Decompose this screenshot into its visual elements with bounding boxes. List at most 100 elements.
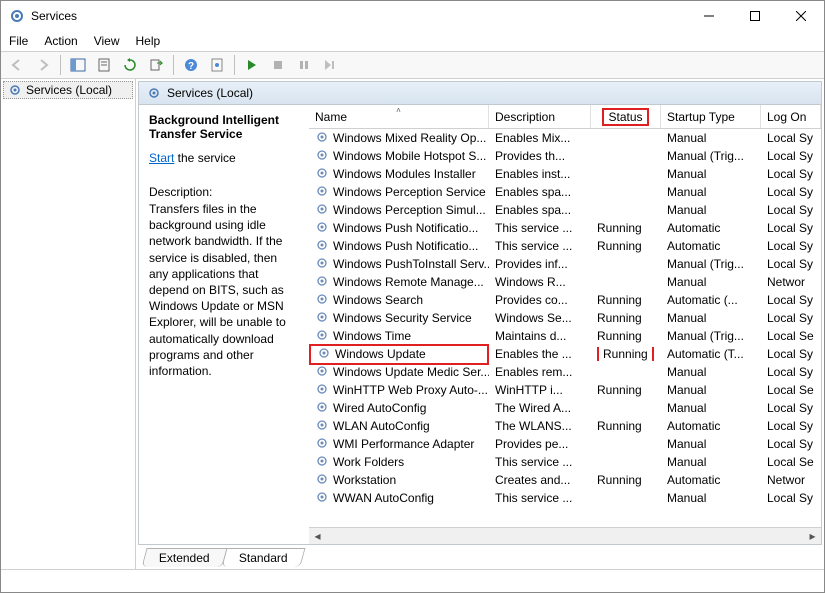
service-description: Enables inst... <box>489 167 591 181</box>
menu-file[interactable]: File <box>9 34 28 48</box>
service-row[interactable]: Windows TimeMaintains d...RunningManual … <box>309 327 821 345</box>
service-row[interactable]: Windows SearchProvides co...RunningAutom… <box>309 291 821 309</box>
gear-icon <box>315 184 329 201</box>
service-list-pane: Name˄ Description Status Startup Type Lo… <box>309 105 821 544</box>
service-description: The WLANS... <box>489 419 591 433</box>
service-row[interactable]: Work FoldersThis service ...ManualLocal … <box>309 453 821 471</box>
stop-service-button[interactable] <box>266 53 290 77</box>
service-description: This service ... <box>489 239 591 253</box>
service-description: Enables spa... <box>489 203 591 217</box>
service-name: WLAN AutoConfig <box>333 419 430 433</box>
column-header-startup[interactable]: Startup Type <box>661 105 761 128</box>
service-name: Work Folders <box>333 455 404 469</box>
service-row[interactable]: Windows Modules InstallerEnables inst...… <box>309 165 821 183</box>
properties-icon <box>97 58 111 72</box>
toolbar: ? <box>1 51 824 79</box>
properties-button[interactable] <box>92 53 116 77</box>
tree-item-services-local[interactable]: Services (Local) <box>3 81 133 99</box>
service-row[interactable]: Windows PushToInstall Serv...Provides in… <box>309 255 821 273</box>
start-link[interactable]: Start <box>149 151 174 165</box>
stop-icon <box>272 59 284 71</box>
scroll-left-icon[interactable]: ◂ <box>309 528 326 545</box>
service-startup: Automatic <box>661 221 761 235</box>
service-logon: Local Sy <box>761 311 821 325</box>
service-name: Windows Mixed Reality Op... <box>333 131 486 145</box>
service-row[interactable]: Windows Mobile Hotspot S...Provides th..… <box>309 147 821 165</box>
svg-text:?: ? <box>188 61 194 72</box>
service-name: Wired AutoConfig <box>333 401 426 415</box>
service-row[interactable]: WorkstationCreates and...RunningAutomati… <box>309 471 821 489</box>
service-row[interactable]: Windows UpdateEnables the ...RunningAuto… <box>309 345 821 363</box>
service-row[interactable]: WWAN AutoConfigThis service ...ManualLoc… <box>309 489 821 507</box>
column-header-logon[interactable]: Log On <box>761 105 821 128</box>
service-startup: Manual <box>661 401 761 415</box>
forward-button[interactable] <box>31 53 55 77</box>
service-row[interactable]: Wired AutoConfig The Wired A... ManualLoca… <box>309 399 821 417</box>
refresh-icon <box>123 58 137 72</box>
service-row[interactable]: Windows Mixed Reality Op...Enables Mix..… <box>309 129 821 147</box>
services-app-icon <box>9 8 25 24</box>
tree-item-label: Services (Local) <box>26 83 112 97</box>
column-header-status[interactable]: Status <box>591 105 661 128</box>
pause-icon <box>298 59 310 71</box>
service-logon: Local Sy <box>761 203 821 217</box>
column-header-description[interactable]: Description <box>489 105 591 128</box>
service-row[interactable]: Windows Remote Manage...Windows R...Manu… <box>309 273 821 291</box>
refresh-button[interactable] <box>118 53 142 77</box>
maximize-button[interactable] <box>732 1 778 31</box>
service-row[interactable]: Windows Update Medic Ser...Enables rem..… <box>309 363 821 381</box>
menu-view[interactable]: View <box>94 34 120 48</box>
service-startup: Manual <box>661 491 761 505</box>
service-name: Windows Mobile Hotspot S... <box>333 149 486 163</box>
service-logon: Local Sy <box>761 347 821 361</box>
menu-action[interactable]: Action <box>44 34 77 48</box>
service-logon: Networ <box>761 473 821 487</box>
service-description: The Wired A... <box>489 401 591 415</box>
help-button[interactable]: ? <box>179 53 203 77</box>
service-status: Running <box>591 347 661 361</box>
about-icon <box>210 58 224 72</box>
service-row[interactable]: Windows Perception Simul...Enables spa..… <box>309 201 821 219</box>
service-name: WinHTTP Web Proxy Auto-... <box>333 383 488 397</box>
back-button[interactable] <box>5 53 29 77</box>
service-startup: Automatic <box>661 473 761 487</box>
close-button[interactable] <box>778 1 824 31</box>
service-logon: Local Sy <box>761 257 821 271</box>
service-row[interactable]: WLAN AutoConfigThe WLANS...RunningAutoma… <box>309 417 821 435</box>
service-name: Windows Remote Manage... <box>333 275 484 289</box>
service-logon: Local Sy <box>761 401 821 415</box>
service-row[interactable]: Windows Perception ServiceEnables spa...… <box>309 183 821 201</box>
tab-extended[interactable]: Extended <box>141 548 227 567</box>
start-service-button[interactable] <box>240 53 264 77</box>
service-row[interactable]: WMI Performance AdapterProvides pe...Man… <box>309 435 821 453</box>
service-row[interactable]: Windows Push Notificatio...This service … <box>309 237 821 255</box>
service-logon: Local Sy <box>761 221 821 235</box>
tab-standard[interactable]: Standard <box>221 548 305 567</box>
service-status: Running <box>591 473 661 487</box>
service-description: Provides pe... <box>489 437 591 451</box>
show-hide-tree-button[interactable] <box>66 53 90 77</box>
service-status: Running <box>591 419 661 433</box>
service-row[interactable]: Windows Push Notificatio...This service … <box>309 219 821 237</box>
start-service-line: Start the service <box>149 151 299 165</box>
about-button[interactable] <box>205 53 229 77</box>
service-row[interactable]: WinHTTP Web Proxy Auto-...WinHTTP i...Ru… <box>309 381 821 399</box>
gear-icon <box>315 130 329 147</box>
service-logon: Local Se <box>761 329 821 343</box>
column-header-name[interactable]: Name˄ <box>309 105 489 128</box>
service-description: Windows Se... <box>489 311 591 325</box>
export-button[interactable] <box>144 53 168 77</box>
restart-service-button[interactable] <box>318 53 342 77</box>
service-name: Windows Security Service <box>333 311 472 325</box>
service-startup: Manual (Trig... <box>661 149 761 163</box>
column-header-row: Name˄ Description Status Startup Type Lo… <box>309 105 821 129</box>
service-row[interactable]: Windows Security ServiceWindows Se...Run… <box>309 309 821 327</box>
tree-pane: Services (Local) <box>1 79 136 569</box>
pause-service-button[interactable] <box>292 53 316 77</box>
menu-help[interactable]: Help <box>136 34 161 48</box>
service-status: Running <box>591 383 661 397</box>
horizontal-scrollbar[interactable]: ◂ ▸ <box>309 527 821 544</box>
minimize-button[interactable] <box>686 1 732 31</box>
service-logon: Local Sy <box>761 185 821 199</box>
scroll-right-icon[interactable]: ▸ <box>804 528 821 545</box>
